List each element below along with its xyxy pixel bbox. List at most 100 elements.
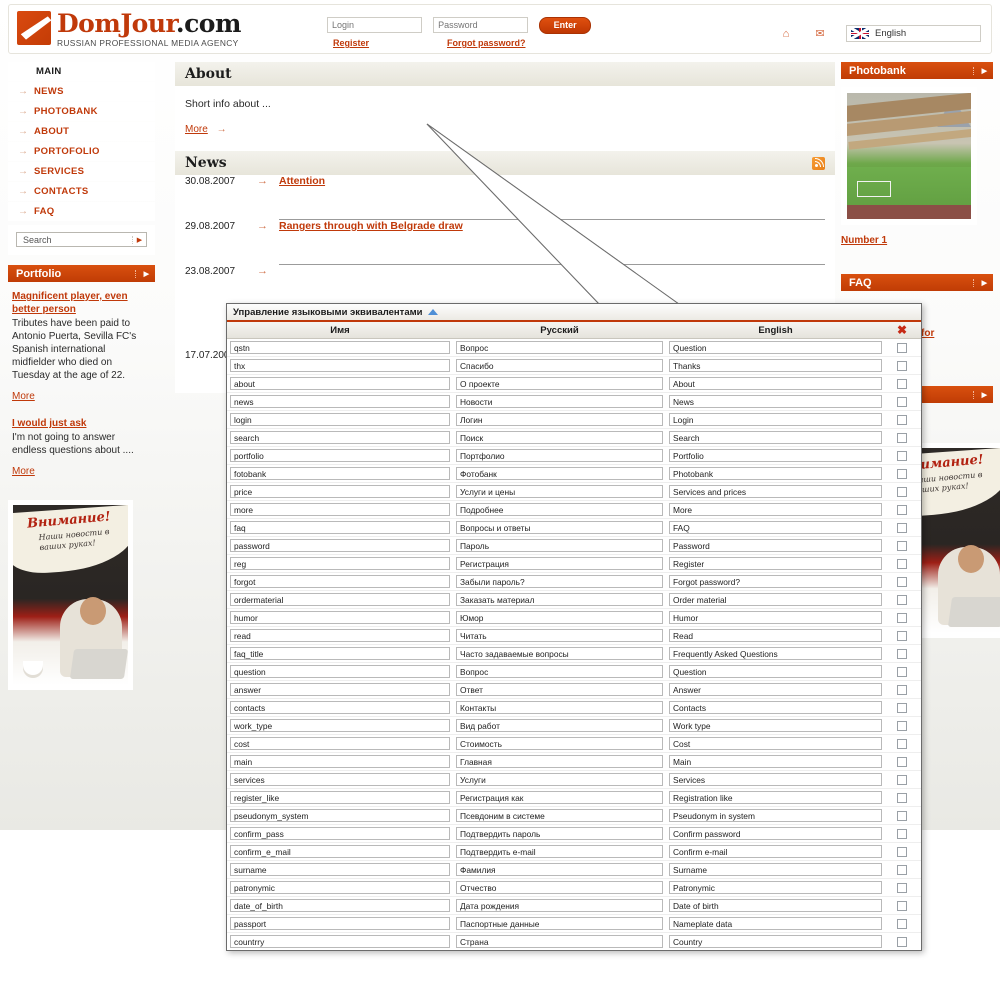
english-input[interactable] <box>669 485 882 498</box>
table-row[interactable] <box>227 933 921 950</box>
name-input[interactable] <box>230 485 450 498</box>
name-input[interactable] <box>230 341 450 354</box>
russian-input[interactable] <box>456 521 663 534</box>
name-input[interactable] <box>230 827 450 840</box>
portfolio-section-header[interactable]: Portfolio ▶ <box>8 265 155 282</box>
table-row[interactable] <box>227 375 921 393</box>
row-delete-checkbox[interactable] <box>897 846 907 857</box>
row-delete-checkbox[interactable] <box>897 882 907 893</box>
rss-icon[interactable] <box>812 156 825 170</box>
name-input[interactable] <box>230 737 450 750</box>
sidebar-item-services[interactable]: → SERVICES <box>8 162 155 181</box>
russian-input[interactable] <box>456 827 663 840</box>
table-row[interactable] <box>227 609 921 627</box>
news-item[interactable]: 30.08.2007 → Attention <box>185 175 825 219</box>
table-row[interactable] <box>227 681 921 699</box>
russian-input[interactable] <box>456 773 663 786</box>
name-input[interactable] <box>230 683 450 696</box>
home-icon[interactable]: ⌂ <box>778 28 794 40</box>
table-row[interactable] <box>227 807 921 825</box>
row-delete-checkbox[interactable] <box>897 342 907 353</box>
row-delete-checkbox[interactable] <box>897 648 907 659</box>
english-input[interactable] <box>669 341 882 354</box>
english-input[interactable] <box>669 395 882 408</box>
table-row[interactable] <box>227 771 921 789</box>
table-row[interactable] <box>227 627 921 645</box>
row-delete-checkbox[interactable] <box>897 486 907 497</box>
name-input[interactable] <box>230 899 450 912</box>
name-input[interactable] <box>230 935 450 948</box>
english-input[interactable] <box>669 755 882 768</box>
name-input[interactable] <box>230 557 450 570</box>
language-selector[interactable]: English <box>846 25 981 42</box>
name-input[interactable] <box>230 917 450 930</box>
row-delete-checkbox[interactable] <box>897 720 907 731</box>
enter-button[interactable]: Enter <box>539 17 592 34</box>
english-input[interactable] <box>669 809 882 822</box>
sidebar-item-contacts[interactable]: → CONTACTS <box>8 182 155 201</box>
english-input[interactable] <box>669 881 882 894</box>
english-input[interactable] <box>669 647 882 660</box>
russian-input[interactable] <box>456 341 663 354</box>
chevron-right-icon[interactable]: ▶ <box>972 66 987 75</box>
table-row[interactable] <box>227 537 921 555</box>
portfolio-entry-title[interactable]: I would just ask <box>12 417 151 430</box>
portfolio-more-link[interactable]: More <box>12 465 35 478</box>
russian-input[interactable] <box>456 557 663 570</box>
chevron-right-icon[interactable]: ▶ <box>132 235 146 244</box>
table-row[interactable] <box>227 663 921 681</box>
english-input[interactable] <box>669 611 882 624</box>
name-input[interactable] <box>230 503 450 516</box>
photobank-caption-link[interactable]: Number 1 <box>841 235 887 246</box>
chevron-right-icon[interactable]: ▶ <box>972 278 987 287</box>
row-delete-checkbox[interactable] <box>897 576 907 587</box>
name-input[interactable] <box>230 665 450 678</box>
name-input[interactable] <box>230 521 450 534</box>
table-row[interactable] <box>227 429 921 447</box>
english-input[interactable] <box>669 773 882 786</box>
table-row[interactable] <box>227 699 921 717</box>
sidebar-item-portofolio[interactable]: → PORTOFOLIO <box>8 142 155 161</box>
register-link[interactable]: Register <box>333 38 369 48</box>
triangle-up-icon[interactable] <box>428 309 439 315</box>
row-delete-checkbox[interactable] <box>897 684 907 695</box>
russian-input[interactable] <box>456 845 663 858</box>
table-row[interactable] <box>227 825 921 843</box>
table-row[interactable] <box>227 339 921 357</box>
password-input[interactable] <box>433 17 529 33</box>
table-row[interactable] <box>227 843 921 861</box>
language-equivalents-dialog[interactable]: Управление языковыми эквивалентами Имя Р… <box>226 303 922 951</box>
table-row[interactable] <box>227 879 921 897</box>
russian-input[interactable] <box>456 683 663 696</box>
table-row[interactable] <box>227 735 921 753</box>
russian-input[interactable] <box>456 863 663 876</box>
name-input[interactable] <box>230 701 450 714</box>
name-input[interactable] <box>230 467 450 480</box>
russian-input[interactable] <box>456 611 663 624</box>
row-delete-checkbox[interactable] <box>897 612 907 623</box>
english-input[interactable] <box>669 701 882 714</box>
row-delete-checkbox[interactable] <box>897 828 907 839</box>
row-delete-checkbox[interactable] <box>897 558 907 569</box>
forgot-password-link[interactable]: Forgot password? <box>447 38 526 48</box>
table-row[interactable] <box>227 897 921 915</box>
russian-input[interactable] <box>456 449 663 462</box>
row-delete-checkbox[interactable] <box>897 918 907 929</box>
row-delete-checkbox[interactable] <box>897 522 907 533</box>
russian-input[interactable] <box>456 395 663 408</box>
row-delete-checkbox[interactable] <box>897 450 907 461</box>
table-row[interactable] <box>227 447 921 465</box>
english-input[interactable] <box>669 863 882 876</box>
english-input[interactable] <box>669 449 882 462</box>
photobank-thumbnail[interactable] <box>841 87 977 225</box>
table-row[interactable] <box>227 411 921 429</box>
mail-icon[interactable]: ✉ <box>812 27 828 40</box>
table-row[interactable] <box>227 357 921 375</box>
russian-input[interactable] <box>456 737 663 750</box>
name-input[interactable] <box>230 431 450 444</box>
table-row[interactable] <box>227 483 921 501</box>
row-delete-checkbox[interactable] <box>897 630 907 641</box>
table-row[interactable] <box>227 753 921 771</box>
table-row[interactable] <box>227 519 921 537</box>
russian-input[interactable] <box>456 413 663 426</box>
